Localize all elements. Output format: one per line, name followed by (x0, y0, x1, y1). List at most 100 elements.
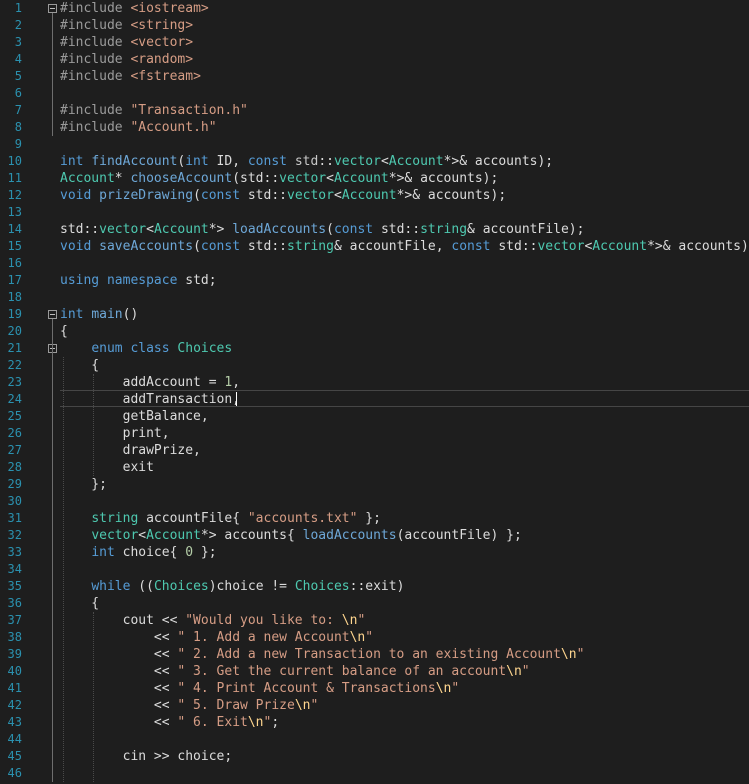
line-code[interactable]: { (60, 323, 68, 340)
code-line[interactable]: 43 << " 6. Exit\n"; (0, 714, 749, 731)
code-line[interactable]: 9 (0, 136, 749, 153)
line-code[interactable]: { (60, 595, 99, 612)
code-token: \n (349, 630, 366, 645)
code-line[interactable]: 45 cin >> choice; (0, 748, 749, 765)
line-code[interactable]: vector<Account*> accounts{ loadAccounts(… (60, 527, 522, 544)
line-code[interactable]: << " 5. Draw Prize\n" (60, 697, 318, 714)
line-code[interactable]: #include <iostream> (60, 0, 209, 17)
line-number: 26 (7, 426, 22, 440)
code-line[interactable]: 44 (0, 731, 749, 748)
code-line[interactable]: 29 }; (0, 476, 749, 493)
line-code[interactable]: << " 3. Get the current balance of an ac… (60, 663, 530, 680)
code-line[interactable]: 34 (0, 561, 749, 578)
code-line[interactable]: 27 drawPrize, (0, 442, 749, 459)
line-code[interactable]: cin >> choice; (60, 748, 233, 765)
fold-collapse-icon[interactable] (48, 4, 57, 13)
line-number: 3 (14, 35, 22, 49)
line-code[interactable]: #include <fstream> (60, 68, 201, 85)
code-line[interactable]: 13 (0, 204, 749, 221)
code-line[interactable]: 26 print, (0, 425, 749, 442)
code-line[interactable]: 16 (0, 255, 749, 272)
line-code[interactable]: }; (60, 476, 107, 493)
line-code[interactable]: using namespace std; (60, 272, 217, 289)
code-line[interactable]: 11 Account* chooseAccount(std::vector<Acc… (0, 170, 749, 187)
code-line[interactable]: 25 getBalance, (0, 408, 749, 425)
code-token: drawPrize, (60, 443, 201, 458)
line-code[interactable]: Account* chooseAccount(std::vector<Accou… (60, 170, 498, 187)
line-code[interactable]: void saveAccounts(const std::string& acc… (60, 238, 749, 255)
line-number: 25 (7, 409, 22, 423)
line-code[interactable]: #include <random> (60, 51, 193, 68)
line-code[interactable]: while ((Choices)choice != Choices::exit) (60, 578, 404, 595)
code-line[interactable]: 36 { (0, 595, 749, 612)
line-code[interactable]: #include <vector> (60, 34, 193, 51)
line-code[interactable]: exit (60, 459, 154, 476)
code-line[interactable]: 18 (0, 289, 749, 306)
code-line[interactable]: 33 int choice{ 0 }; (0, 544, 749, 561)
line-code[interactable]: #include "Account.h" (60, 119, 217, 136)
code-line[interactable]: 20 { (0, 323, 749, 340)
line-code[interactable]: addAccount = 1, (60, 374, 240, 391)
line-code[interactable]: << " 4. Print Account & Transactions\n" (60, 680, 459, 697)
code-line[interactable]: 31 string accountFile{ "accounts.txt" }; (0, 510, 749, 527)
code-token: print, (60, 426, 170, 441)
code-line[interactable]: 28 exit (0, 459, 749, 476)
line-code[interactable]: enum class Choices (60, 340, 232, 357)
line-code[interactable]: << " 2. Add a new Transaction to an exis… (60, 646, 585, 663)
line-code[interactable]: print, (60, 425, 170, 442)
code-line[interactable]: 8 #include "Account.h" (0, 119, 749, 136)
line-code[interactable]: << " 1. Add a new Account\n" (60, 629, 373, 646)
code-line[interactable]: 30 (0, 493, 749, 510)
code-line[interactable]: 6 (0, 85, 749, 102)
line-code[interactable]: drawPrize, (60, 442, 201, 459)
code-line[interactable]: 7 #include "Transaction.h" (0, 102, 749, 119)
code-line[interactable]: 17 using namespace std; (0, 272, 749, 289)
code-line[interactable]: 1 #include <iostream> (0, 0, 749, 17)
code-line[interactable]: 38 << " 1. Add a new Account\n" (0, 629, 749, 646)
line-code[interactable]: getBalance, (60, 408, 209, 425)
code-line[interactable]: 35 while ((Choices)choice != Choices::ex… (0, 578, 749, 595)
code-line[interactable]: 19 int main() (0, 306, 749, 323)
code-line[interactable]: 42 << " 5. Draw Prize\n" (0, 697, 749, 714)
code-token: ( (193, 188, 201, 203)
line-number: 31 (7, 511, 22, 525)
code-line[interactable]: 46 (0, 765, 749, 782)
code-line[interactable]: 39 << " 2. Add a new Transaction to an e… (0, 646, 749, 663)
code-line[interactable]: 21 enum class Choices (0, 340, 749, 357)
line-code[interactable]: std::vector<Account*> loadAccounts(const… (60, 221, 584, 238)
line-code[interactable]: string accountFile{ "accounts.txt" }; (60, 510, 381, 527)
code-token: <fstream> (130, 69, 201, 84)
code-line[interactable]: 2 #include <string> (0, 17, 749, 34)
code-line[interactable]: 10 int findAccount(int ID, const std::vec… (0, 153, 749, 170)
line-number: 33 (7, 545, 22, 559)
code-line[interactable]: 14 std::vector<Account*> loadAccounts(con… (0, 221, 749, 238)
code-line[interactable]: 15 void saveAccounts(const std::string& a… (0, 238, 749, 255)
code-line[interactable]: 23 addAccount = 1, (0, 374, 749, 391)
code-token: const (333, 222, 381, 237)
code-token: std:: (247, 239, 287, 254)
code-line[interactable]: 32 vector<Account*> accounts{ loadAccoun… (0, 527, 749, 544)
line-code[interactable]: #include <string> (60, 17, 193, 34)
code-line[interactable]: 12 void prizeDrawing(const std::vector<Ac… (0, 187, 749, 204)
line-code[interactable]: cout << "Would you like to: \n" (60, 612, 366, 629)
code-editor[interactable]: 1 #include <iostream> 2 #include <string> 3 #… (0, 0, 749, 784)
code-line[interactable]: 5 #include <fstream> (0, 68, 749, 85)
code-token: namespace (106, 273, 186, 288)
code-token: :: (318, 154, 334, 169)
code-line[interactable]: 37 cout << "Would you like to: \n" (0, 612, 749, 629)
line-code[interactable]: int main() (60, 306, 138, 323)
code-token: string (420, 222, 468, 237)
code-line[interactable]: 41 << " 4. Print Account & Transactions\… (0, 680, 749, 697)
code-line[interactable]: 22 { (0, 357, 749, 374)
line-code[interactable]: { (60, 357, 99, 374)
code-line[interactable]: 4 #include <random> (0, 51, 749, 68)
line-code[interactable]: int choice{ 0 }; (60, 544, 216, 561)
line-code[interactable]: void prizeDrawing(const std::vector<Acco… (60, 187, 506, 204)
line-code[interactable]: int findAccount(int ID, const std::vecto… (60, 153, 553, 170)
fold-collapse-icon[interactable] (48, 310, 57, 319)
code-line[interactable]: 40 << " 3. Get the current balance of an… (0, 663, 749, 680)
line-code[interactable]: #include "Transaction.h" (60, 102, 248, 119)
code-line[interactable]: 3 #include <vector> (0, 34, 749, 51)
code-token: \n (560, 647, 577, 662)
line-number: 38 (7, 630, 22, 644)
